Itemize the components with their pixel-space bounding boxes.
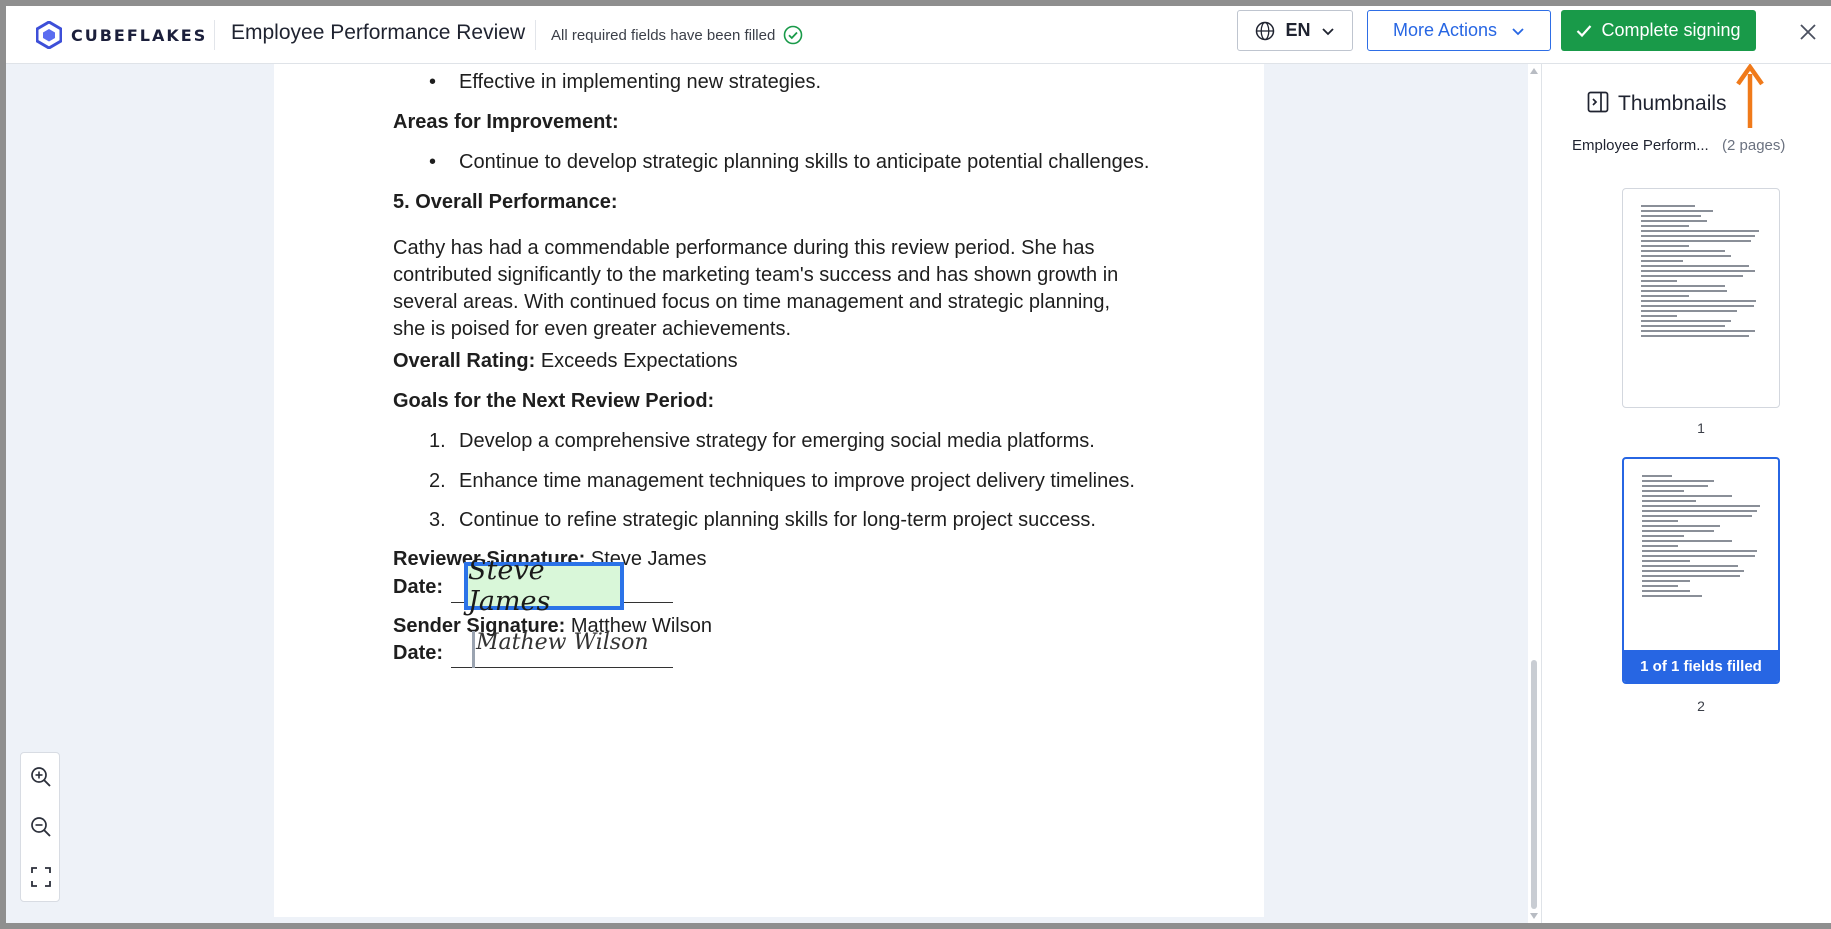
close-button[interactable]	[1796, 20, 1820, 44]
bullet-text: Effective in implementing new strategies…	[459, 71, 822, 93]
overall-paragraph: Cathy has had a commendable performance …	[393, 237, 1119, 340]
fields-status: All required fields have been filled	[551, 25, 803, 45]
thumbnails-panel: Thumbnails Employee Perform... (2 pages)…	[1541, 64, 1831, 923]
bullet-icon: •	[429, 71, 437, 93]
page-count: (2 pages)	[1722, 137, 1786, 154]
zoom-in-button[interactable]	[29, 765, 53, 789]
chevron-down-icon	[1512, 27, 1524, 35]
logo-text: CUBEFLAKES	[71, 25, 208, 45]
document-page: • Effective in implementing new strategi…	[274, 64, 1264, 917]
overall-heading: 5. Overall Performance:	[393, 191, 618, 213]
divider	[535, 20, 536, 50]
globe-icon	[1256, 21, 1275, 40]
thumbnail-preview	[1642, 475, 1762, 600]
rating-value: Exceeds Expectations	[540, 350, 738, 372]
chevron-down-icon	[1321, 27, 1334, 35]
goal-text: Continue to refine strategic planning sk…	[459, 509, 1096, 531]
check-circle-icon	[784, 25, 803, 45]
sidebar-toggle-icon	[1587, 91, 1609, 113]
thumbnail-page-number: 2	[1697, 698, 1705, 714]
complete-signing-button[interactable]: Complete signing	[1561, 10, 1756, 51]
scroll-up-icon	[1530, 68, 1538, 74]
fit-screen-button[interactable]	[29, 865, 53, 889]
text-cursor	[472, 631, 475, 668]
more-actions-label: More Actions	[1392, 20, 1498, 40]
bullet-text: Continue to develop strategic planning s…	[459, 151, 1150, 173]
annotation-arrow-icon	[1736, 64, 1764, 128]
fields-filled-badge: 1 of 1 fields filled	[1624, 650, 1778, 682]
thumbnails-title: Thumbnails	[1618, 92, 1727, 115]
rating-label: Overall Rating:	[393, 350, 536, 372]
page-thumbnail-1[interactable]	[1622, 188, 1780, 408]
areas-heading: Areas for Improvement:	[393, 111, 619, 133]
document-viewer[interactable]: • Effective in implementing new strategi…	[6, 64, 1540, 923]
close-icon	[1800, 24, 1816, 40]
page-thumbnail-2[interactable]: 1 of 1 fields filled	[1622, 457, 1780, 684]
goal-number: 3.	[429, 509, 446, 531]
fullscreen-icon	[31, 867, 51, 887]
zoom-out-icon	[31, 817, 51, 837]
thumbnail-doc-name: Employee Perform...	[1572, 137, 1709, 154]
goal-number: 2.	[429, 470, 446, 492]
goal-number: 1.	[429, 430, 446, 452]
top-bar: CUBEFLAKES Employee Performance Review A…	[6, 6, 1831, 64]
divider	[214, 20, 215, 50]
document-title: Employee Performance Review	[231, 21, 526, 44]
reviewer-signature-text: Steve James	[468, 555, 551, 617]
check-icon	[1577, 24, 1592, 37]
sender-date-label: Date:	[393, 642, 444, 664]
thumbnail-preview	[1641, 205, 1761, 340]
zoom-in-icon	[31, 767, 51, 787]
cubeflakes-logo-icon	[36, 21, 62, 49]
goals-heading: Goals for the Next Review Period:	[393, 390, 715, 412]
panel-toggle-button[interactable]	[1586, 90, 1610, 119]
status-text: All required fields have been filled	[551, 26, 776, 44]
goal-text: Enhance time management techniques to im…	[459, 470, 1135, 492]
logo: CUBEFLAKES	[36, 18, 207, 52]
reviewer-date-label: Date:	[393, 576, 444, 598]
scroll-thumb[interactable]	[1531, 660, 1537, 909]
complete-signing-label: Complete signing	[1601, 20, 1741, 40]
language-selector[interactable]: EN	[1237, 10, 1353, 51]
reviewer-signature-field[interactable]: Steve James	[464, 555, 624, 617]
app-window: CUBEFLAKES Employee Performance Review A…	[6, 6, 1831, 923]
zoom-controls	[20, 752, 60, 902]
sender-signature-text: Mathew Wilson	[476, 630, 649, 655]
date-underline	[451, 667, 673, 668]
scroll-down-icon	[1530, 913, 1538, 919]
overall-rating: Overall Rating: Exceeds Expectations	[393, 350, 738, 373]
goal-text: Develop a comprehensive strategy for eme…	[459, 430, 1095, 452]
thumbnail-page-number: 1	[1697, 420, 1705, 436]
zoom-out-button[interactable]	[29, 815, 53, 839]
bullet-icon: •	[429, 151, 437, 173]
language-label: EN	[1285, 20, 1311, 40]
more-actions-button[interactable]: More Actions	[1367, 10, 1551, 51]
viewer-scrollbar[interactable]	[1528, 64, 1540, 923]
